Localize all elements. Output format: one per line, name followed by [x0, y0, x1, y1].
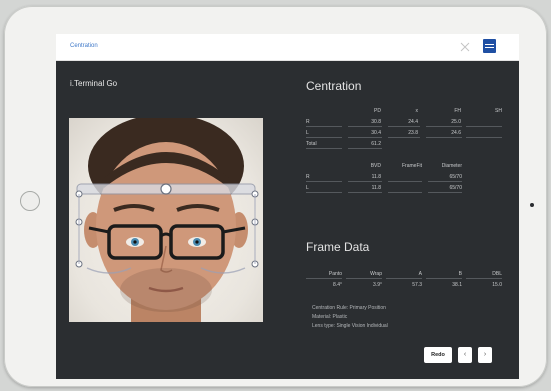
table-cell: 8.4° — [333, 282, 342, 288]
table-cell: 25.0 — [451, 119, 461, 125]
table-cell: 30.8 — [371, 119, 381, 125]
table-cell: 3.9° — [373, 282, 382, 288]
lens-type: Lens type: Single Vision Individual — [312, 323, 388, 329]
topbar-title: Centration — [70, 43, 98, 49]
header-dbl: DBL — [492, 271, 502, 277]
header-fh: FH — [454, 108, 461, 114]
row-divider — [428, 192, 462, 193]
close-icon[interactable] — [459, 41, 471, 53]
next-button[interactable]: › — [478, 347, 492, 363]
header-diameter: Diameter — [441, 163, 462, 169]
row-divider — [388, 137, 420, 138]
header-bvd: BVD — [370, 163, 381, 169]
row-divider — [386, 278, 422, 279]
header-b: B — [458, 271, 462, 277]
row-divider — [346, 278, 382, 279]
table-cell: 30.4 — [371, 130, 381, 136]
row-divider — [466, 137, 502, 138]
table-cell: 57.3 — [412, 282, 422, 288]
row-divider — [306, 137, 342, 138]
row-divider — [348, 148, 382, 149]
row-divider — [306, 181, 342, 182]
row-divider — [348, 192, 382, 193]
row-label: R — [306, 119, 310, 125]
row-divider — [388, 126, 420, 127]
header-panto: Panto — [328, 271, 342, 277]
row-divider — [348, 137, 382, 138]
material: Material: Plastic — [312, 314, 348, 320]
tablet-frame: Centration i.Terminal Go Centration PD x… — [4, 6, 547, 387]
row-divider — [426, 126, 462, 127]
centration-table-2: BVD FrameFit Diameter R 11.8 65/70 L 11.… — [306, 163, 502, 199]
header-framefit: FrameFit — [402, 163, 422, 169]
face-measurement-image — [69, 118, 263, 322]
row-label: Total — [306, 141, 317, 147]
prev-button[interactable]: ‹ — [458, 347, 472, 363]
home-button[interactable] — [20, 191, 40, 211]
table-cell: 38.1 — [452, 282, 462, 288]
table-cell: 65/70 — [449, 174, 462, 180]
table-cell: 61.2 — [371, 141, 381, 147]
table-cell: 15.0 — [492, 282, 502, 288]
table-cell: 23.8 — [408, 130, 418, 136]
frame-data-table: Panto Wrap A B DBL 8.4° 3.9° 57.3 38.1 1… — [306, 271, 502, 291]
table-cell: 24.6 — [451, 130, 461, 136]
row-label: L — [306, 185, 309, 191]
row-divider — [466, 126, 502, 127]
row-divider — [306, 126, 342, 127]
table-cell: 24.4 — [408, 119, 418, 125]
app-screen: Centration i.Terminal Go Centration PD x… — [56, 34, 519, 379]
row-divider — [426, 137, 462, 138]
table-cell: 11.8 — [371, 185, 381, 191]
row-divider — [388, 192, 422, 193]
row-label: L — [306, 130, 309, 136]
row-divider — [426, 278, 462, 279]
centration-table: PD x FH SH R 30.8 24.4 25.0 L 30.4 23.8 … — [306, 108, 502, 153]
header-a: A — [418, 271, 422, 277]
row-divider — [348, 126, 382, 127]
row-divider — [388, 181, 422, 182]
centration-rule: Centration Rule: Primary Position — [312, 305, 386, 311]
row-divider — [306, 148, 342, 149]
redo-button[interactable]: Redo — [424, 347, 452, 363]
header-wrap: Wrap — [370, 271, 382, 277]
centration-heading: Centration — [306, 79, 362, 93]
row-divider — [306, 278, 342, 279]
header-sh: SH — [495, 108, 502, 114]
row-divider — [306, 192, 342, 193]
zeiss-logo — [483, 39, 496, 53]
frame-data-heading: Frame Data — [306, 240, 370, 254]
top-bar: Centration — [56, 34, 519, 61]
header-pd: PD — [374, 108, 381, 114]
camera-icon — [530, 203, 534, 207]
app-title: i.Terminal Go — [70, 79, 118, 88]
row-divider — [348, 181, 382, 182]
table-cell: 11.8 — [371, 174, 381, 180]
table-cell: 65/70 — [449, 185, 462, 191]
header-x: x — [415, 108, 419, 114]
row-divider — [466, 278, 502, 279]
row-label: R — [306, 174, 310, 180]
row-divider — [428, 181, 462, 182]
